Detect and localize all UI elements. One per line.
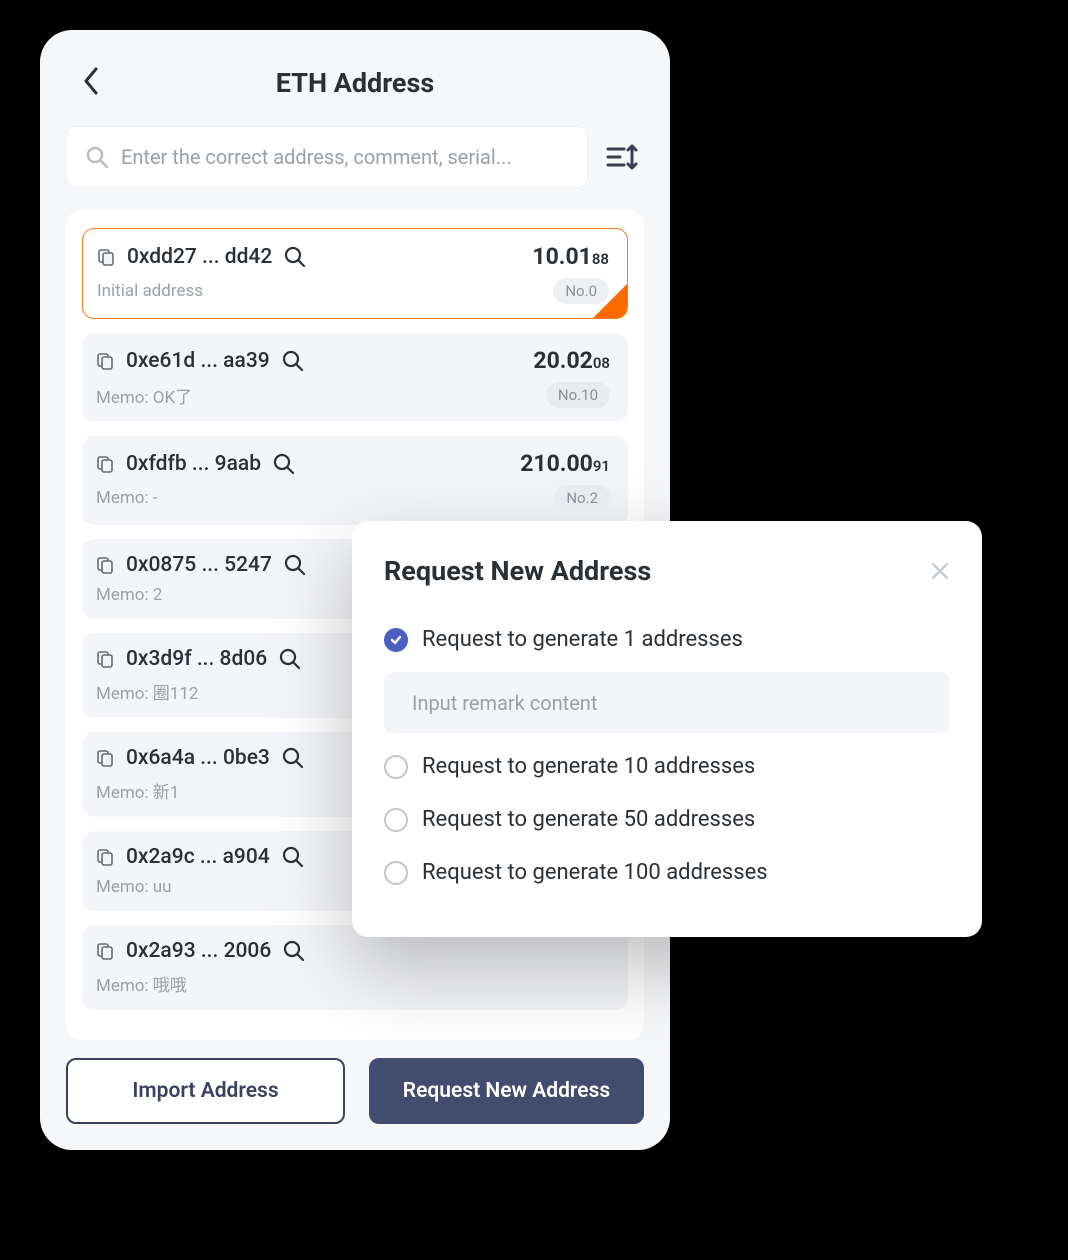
address-card[interactable]: 0xe61d ... aa39 20.0208 Memo: OK了 No.10 (82, 333, 628, 422)
back-button[interactable] (76, 66, 106, 96)
serial-badge: No.0 (553, 278, 609, 304)
radio-icon (384, 628, 408, 652)
radio-icon (384, 808, 408, 832)
address-text: 0xdd27 ... dd42 (127, 245, 272, 269)
address-card[interactable]: 0xdd27 ... dd42 10.0188 Initial address … (82, 228, 628, 319)
inspect-icon[interactable] (282, 747, 304, 769)
option-label: Request to generate 100 addresses (422, 860, 768, 885)
serial-badge: No.10 (546, 382, 610, 408)
footer-buttons: Import Address Request New Address (66, 1058, 644, 1124)
chevron-left-icon (82, 67, 100, 95)
inspect-icon[interactable] (273, 453, 295, 475)
address-text: 0x2a93 ... 2006 (126, 939, 271, 963)
copy-icon[interactable] (96, 352, 114, 370)
amount: 20.0208 (533, 347, 610, 374)
import-address-button[interactable]: Import Address (66, 1058, 345, 1124)
address-text: 0x6a4a ... 0be3 (126, 746, 270, 770)
dialog-header: Request New Address (384, 555, 950, 587)
memo-text: Memo: 哦哦 (96, 971, 187, 996)
radio-icon (384, 755, 408, 779)
dialog-title: Request New Address (384, 555, 651, 587)
memo-text: Memo: 圈112 (96, 679, 198, 704)
search-row: Enter the correct address, comment, seri… (66, 126, 644, 188)
memo-text: Memo: OK了 (96, 383, 192, 408)
memo-text: Memo: - (96, 488, 158, 508)
generate-option[interactable]: Request to generate 10 addresses (384, 740, 950, 793)
remark-input[interactable]: Input remark content (384, 672, 950, 734)
memo-text: Memo: 2 (96, 585, 162, 605)
sort-button[interactable] (602, 136, 644, 178)
copy-icon[interactable] (97, 248, 115, 266)
copy-icon[interactable] (96, 749, 114, 767)
copy-icon[interactable] (96, 650, 114, 668)
inspect-icon[interactable] (283, 940, 305, 962)
copy-icon[interactable] (96, 455, 114, 473)
search-box[interactable]: Enter the correct address, comment, seri… (66, 126, 588, 188)
header: ETH Address (66, 58, 644, 108)
address-text: 0xfdfb ... 9aab (126, 452, 261, 476)
copy-icon[interactable] (96, 556, 114, 574)
inspect-icon[interactable] (282, 350, 304, 372)
close-icon (930, 561, 950, 581)
inspect-icon[interactable] (282, 846, 304, 868)
radio-icon (384, 861, 408, 885)
inspect-icon[interactable] (279, 648, 301, 670)
generate-option[interactable]: Request to generate 50 addresses (384, 793, 950, 846)
address-text: 0x2a9c ... a904 (126, 845, 270, 869)
memo-text: Initial address (97, 281, 203, 301)
copy-icon[interactable] (96, 848, 114, 866)
search-input[interactable]: Enter the correct address, comment, seri… (121, 145, 569, 169)
option-label: Request to generate 10 addresses (422, 754, 755, 779)
generate-option[interactable]: Request to generate 1 addresses (384, 613, 950, 666)
option-label: Request to generate 50 addresses (422, 807, 755, 832)
search-icon (85, 145, 109, 169)
memo-text: Memo: uu (96, 877, 172, 897)
memo-text: Memo: 新1 (96, 778, 179, 803)
address-text: 0x0875 ... 5247 (126, 553, 272, 577)
copy-icon[interactable] (96, 942, 114, 960)
sort-icon (606, 142, 640, 172)
address-text: 0x3d9f ... 8d06 (126, 647, 267, 671)
option-label: Request to generate 1 addresses (422, 627, 743, 652)
request-new-address-dialog: Request New Address Request to generate … (352, 521, 982, 937)
amount: 10.0188 (532, 243, 609, 270)
address-text: 0xe61d ... aa39 (126, 349, 270, 373)
page-title: ETH Address (276, 67, 434, 99)
address-card[interactable]: 0x2a93 ... 2006 Memo: 哦哦 (82, 925, 628, 1010)
generate-option[interactable]: Request to generate 100 addresses (384, 846, 950, 899)
request-new-address-button[interactable]: Request New Address (369, 1058, 644, 1124)
serial-badge: No.2 (554, 485, 610, 511)
inspect-icon[interactable] (284, 246, 306, 268)
amount: 210.0091 (520, 450, 610, 477)
dialog-close-button[interactable] (930, 561, 950, 581)
inspect-icon[interactable] (284, 554, 306, 576)
address-card[interactable]: 0xfdfb ... 9aab 210.0091 Memo: - No.2 (82, 436, 628, 525)
